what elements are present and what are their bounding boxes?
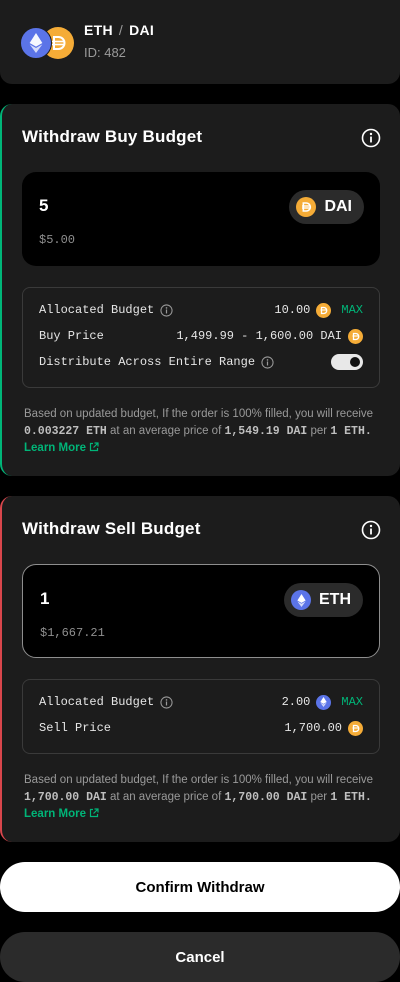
- sell-panel-title: Withdraw Sell Budget: [22, 519, 201, 538]
- sell-learn-more-link[interactable]: Learn More: [24, 808, 99, 820]
- buy-info-icon[interactable]: [361, 128, 381, 148]
- buy-token-symbol: DAI: [324, 198, 352, 215]
- buy-max-button[interactable]: MAX: [341, 303, 363, 317]
- dai-icon: [348, 720, 363, 736]
- buy-panel-title: Withdraw Buy Budget: [22, 127, 203, 146]
- distribute-info-icon[interactable]: [261, 355, 274, 369]
- eth-icon: [316, 694, 332, 710]
- buy-amount-input[interactable]: 5: [39, 196, 48, 216]
- pair-token-icons: [20, 27, 74, 59]
- sell-max-button[interactable]: MAX: [341, 695, 363, 709]
- sell-note-unit: 1 ETH.: [330, 790, 372, 804]
- buy-details-box: Allocated Budget 10.00 MAX Buy Price 1,4…: [22, 287, 380, 388]
- sell-note-mid: at an average price of: [110, 790, 222, 803]
- buy-note-unit: 1 ETH.: [330, 424, 372, 438]
- sell-amount-input[interactable]: 1: [40, 589, 49, 609]
- pair-header: ETH / DAI ID: 482: [0, 0, 400, 84]
- dai-icon: [348, 328, 363, 344]
- buy-allocated-label: Allocated Budget: [39, 303, 155, 317]
- eth-token-icon: [20, 27, 52, 59]
- external-link-icon: [89, 442, 99, 452]
- sell-price-row: Sell Price 1,700.00: [39, 718, 363, 738]
- sell-note-price: 1,700.00 DAI: [224, 790, 308, 804]
- sell-details-box: Allocated Budget 2.00 MAX Sell Price 1,7…: [22, 679, 380, 754]
- withdraw-buy-panel: Withdraw Buy Budget 5 $5.00 DAI Allocate…: [0, 104, 400, 476]
- allocated-info-icon[interactable]: [160, 303, 173, 317]
- pair-quote: DAI: [129, 22, 155, 38]
- buy-note-price: 1,549.19 DAI: [224, 424, 308, 438]
- buy-summary-note: Based on updated budget, If the order is…: [24, 406, 380, 457]
- buy-note-mid: at an average price of: [110, 424, 222, 437]
- buy-price-label: Buy Price: [39, 329, 104, 343]
- toggle-knob: [350, 357, 360, 367]
- buy-note-prefix: Based on updated budget, If the order is…: [24, 408, 374, 420]
- buy-allocated-row: Allocated Budget 10.00 MAX: [39, 300, 363, 320]
- sell-amount-usd: $1,667.21: [40, 626, 105, 640]
- cancel-button[interactable]: Cancel: [0, 932, 400, 982]
- sell-price-label: Sell Price: [39, 721, 112, 735]
- buy-learn-more-text: Learn More: [24, 442, 86, 454]
- pair-title: ETH / DAI: [84, 22, 154, 38]
- buy-note-amount: 0.003227 ETH: [24, 424, 107, 438]
- distribute-row: Distribute Across Entire Range: [39, 352, 363, 372]
- dai-icon: [296, 197, 317, 217]
- distribute-label: Distribute Across Entire Range: [39, 355, 256, 369]
- external-link-icon: [89, 808, 99, 818]
- sell-learn-more-text: Learn More: [24, 808, 86, 820]
- sell-summary-note: Based on updated budget, If the order is…: [24, 772, 380, 823]
- sell-note-amount: 1,700.00 DAI: [24, 790, 107, 804]
- buy-note-suffix: per: [310, 424, 328, 437]
- sell-price-value: 1,700.00: [284, 721, 342, 735]
- allocated-info-icon[interactable]: [160, 695, 173, 709]
- pair-base: ETH: [84, 22, 113, 38]
- sell-token-selector: ETH: [284, 583, 363, 617]
- confirm-withdraw-button[interactable]: Confirm Withdraw: [0, 862, 400, 912]
- sell-token-symbol: ETH: [319, 591, 351, 608]
- sell-amount-field[interactable]: 1 $1,667.21 ETH: [22, 564, 380, 658]
- buy-price-value: 1,499.99 - 1,600.00 DAI: [176, 329, 342, 343]
- pair-separator: /: [118, 22, 124, 38]
- sell-note-prefix: Based on updated budget, If the order is…: [24, 774, 374, 786]
- buy-allocated-value: 10.00: [274, 303, 311, 317]
- sell-note-suffix: per: [310, 790, 328, 803]
- sell-info-icon[interactable]: [361, 520, 381, 540]
- eth-icon: [291, 590, 311, 610]
- buy-price-row: Buy Price 1,499.99 - 1,600.00 DAI: [39, 326, 363, 346]
- buy-learn-more-link[interactable]: Learn More: [24, 442, 99, 454]
- sell-allocated-label: Allocated Budget: [39, 695, 155, 709]
- buy-amount-usd: $5.00: [39, 233, 76, 247]
- buy-token-selector: DAI: [289, 190, 364, 224]
- pair-id: ID: 482: [84, 45, 126, 60]
- sell-allocated-value: 2.00: [281, 695, 311, 709]
- sell-allocated-row: Allocated Budget 2.00 MAX: [39, 692, 363, 712]
- withdraw-sell-panel: Withdraw Sell Budget 1 $1,667.21 ETH All…: [0, 496, 400, 842]
- distribute-toggle[interactable]: [331, 354, 363, 370]
- buy-amount-field[interactable]: 5 $5.00 DAI: [22, 172, 380, 266]
- dai-icon: [316, 302, 332, 318]
